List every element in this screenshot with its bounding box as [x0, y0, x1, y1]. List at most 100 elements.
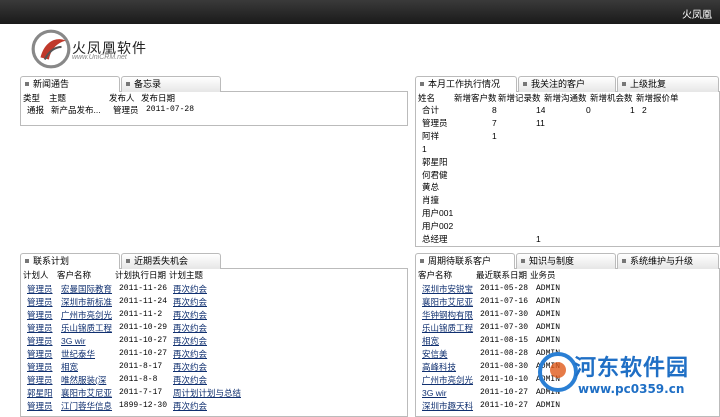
table-row[interactable]: 通报 新产品发布... 管理员 2011-07-28 — [21, 104, 407, 116]
customer-link[interactable]: 广州市亮剑光 — [61, 309, 113, 321]
table-row[interactable]: 深圳市安锐宝 2011-05-28 ADMIN — [416, 283, 719, 295]
customer-link[interactable]: 高峰科技 — [422, 361, 474, 373]
tab-monthly-work[interactable]: 本月工作执行情况 — [415, 76, 517, 92]
new-records-count: 11 — [536, 117, 545, 128]
table-row[interactable]: 用户001 — [416, 207, 719, 219]
last-contact-date: 2011-07-16 — [480, 297, 529, 306]
table-row[interactable]: 襄阳市艾尼亚 2011-07-16 ADMIN — [416, 296, 719, 308]
header-type: 类型 — [23, 93, 41, 103]
tab-lost-opportunities[interactable]: 近期丢失机会 — [121, 253, 221, 269]
customer-link[interactable]: 深圳市安锐宝 — [422, 283, 474, 295]
plan-topic-link[interactable]: 再次约会 — [173, 335, 207, 347]
planner-link[interactable]: 管理员 — [27, 309, 53, 321]
planner-link[interactable]: 管理员 — [27, 322, 53, 334]
plan-table: 计划人 客户名称 计划执行日期 计划主题 管理员 宏曼国际教育 2011-11-26… — [20, 269, 408, 417]
table-row[interactable]: 1 — [416, 143, 719, 155]
table-row[interactable]: 郭星阳 — [416, 156, 719, 168]
plan-date: 2011-8-8 — [119, 375, 158, 384]
header-last-contact: 最近联系日期 — [476, 270, 528, 280]
tab-news[interactable]: 新闻通告 — [20, 76, 120, 92]
table-row[interactable]: 管理员 7 11 — [416, 117, 719, 129]
table-row[interactable]: 管理员 世纪泰华 2011-10-27 再次约会 — [21, 348, 407, 360]
planner-link[interactable]: 郭星阳 — [27, 387, 53, 399]
planner-link[interactable]: 管理员 — [27, 400, 53, 412]
plan-topic-link[interactable]: 再次约会 — [173, 348, 207, 360]
plan-topic-link[interactable]: 周计划计划与总结 — [173, 387, 241, 399]
tab-memo[interactable]: 备忘录 — [121, 76, 221, 92]
table-row[interactable]: 管理员 乐山锦质工程 2011-10-29 再次约会 — [21, 322, 407, 334]
news-publisher: 管理员 — [113, 105, 139, 115]
news-table: 类型 主题 发布人 发布日期 通报 新产品发布... 管理员 2011-07-2… — [20, 92, 408, 126]
table-row[interactable]: 相宽 2011-08-15 ADMIN — [416, 335, 719, 347]
customer-link[interactable]: 襄阳市艾尼亚 — [61, 387, 113, 399]
last-contact-date: 2011-10-27 — [480, 401, 529, 410]
table-row[interactable]: 管理员 江门蓉华信息 1899-12-30 再次约会 — [21, 400, 407, 412]
planner-link[interactable]: 管理员 — [27, 361, 53, 373]
table-row[interactable]: 用户002 — [416, 220, 719, 232]
table-row[interactable]: 管理员 深圳市新标准 2011-11-24 再次约会 — [21, 296, 407, 308]
table-row[interactable]: 阿祥 1 — [416, 130, 719, 142]
news-subject-link[interactable]: 新产品发布... — [51, 104, 109, 116]
plan-topic-link[interactable]: 再次约会 — [173, 361, 207, 373]
plan-topic-link[interactable]: 再次约会 — [173, 309, 207, 321]
tab-system-maintenance[interactable]: 系统维护与升级 — [617, 253, 719, 269]
planner-link[interactable]: 管理员 — [27, 283, 53, 295]
followup-tabs: 周期待联系客户 知识与制度 系统维护与升级 — [415, 253, 720, 269]
sales-rep: ADMIN — [536, 323, 561, 332]
tab-contact-plan[interactable]: 联系计划 — [20, 253, 120, 269]
table-row[interactable]: 乐山锦质工程 2011-07-30 ADMIN — [416, 322, 719, 334]
plan-topic-link[interactable]: 再次约会 — [173, 322, 207, 334]
plan-panel: 联系计划 近期丢失机会 计划人 客户名称 计划执行日期 计划主题 管理员 宏曼国际… — [20, 253, 408, 417]
news-date: 2011-07-28 — [146, 105, 195, 114]
plan-topic-link[interactable]: 再次约会 — [173, 374, 207, 386]
table-row[interactable]: 合计 8 14 0 1 2 — [416, 104, 719, 116]
plan-date: 2011-11-26 — [119, 284, 168, 293]
customer-link[interactable]: 乐山锦质工程 — [61, 322, 113, 334]
customer-link[interactable]: 深圳市新标准 — [61, 296, 113, 308]
table-row[interactable]: 肖撞 — [416, 194, 719, 206]
customer-link[interactable]: 广州市亮剑光 — [422, 374, 474, 386]
table-row[interactable]: 管理员 广州市亮剑光 2011-11-2 再次约会 — [21, 309, 407, 321]
planner-link[interactable]: 管理员 — [27, 374, 53, 386]
customer-link[interactable]: 深圳市趣天科 — [422, 400, 474, 412]
customer-link[interactable]: 华钟钢构有限 — [422, 309, 474, 321]
customer-link[interactable]: 相宽 — [61, 361, 113, 373]
customer-link[interactable]: 江门蓉华信息 — [61, 400, 113, 412]
header-topic: 计划主题 — [169, 270, 204, 280]
plan-topic-link[interactable]: 再次约会 — [173, 296, 207, 308]
table-row[interactable]: 管理员 唯然服装(深 2011-8-8 再次约会 — [21, 374, 407, 386]
table-row[interactable]: 管理员 宏曼国际教育 2011-11-26 再次约会 — [21, 283, 407, 295]
planner-link[interactable]: 管理员 — [27, 296, 53, 308]
header-planner: 计划人 — [23, 270, 49, 280]
table-row[interactable]: 郭星阳 襄阳市艾尼亚 2011-7-17 周计划计划与总结 — [21, 387, 407, 399]
tab-followed-customers[interactable]: 我关注的客户 — [518, 76, 616, 92]
customer-link[interactable]: 乐山锦质工程 — [422, 322, 474, 334]
customer-link[interactable]: 宏曼国际教育 — [61, 283, 113, 295]
table-row[interactable]: 黄总 — [416, 181, 719, 193]
plan-topic-link[interactable]: 再次约会 — [173, 283, 207, 295]
customer-link[interactable]: 3G wir — [61, 335, 113, 347]
followup-header-row: 客户名称 最近联系日期 业务员 — [416, 269, 719, 281]
tab-superior-reply[interactable]: 上级批复 — [617, 76, 719, 92]
tab-weekly-followup[interactable]: 周期待联系客户 — [415, 253, 515, 269]
customer-link[interactable]: 唯然服装(深 — [61, 374, 113, 386]
table-row[interactable]: 华钟钢构有限 2011-07-30 ADMIN — [416, 309, 719, 321]
table-row[interactable]: 管理员 3G wir 2011-10-27 再次约会 — [21, 335, 407, 347]
new-opps-count: 1 — [630, 105, 635, 115]
phoenix-logo-icon — [31, 29, 71, 69]
header-subject: 主题 — [49, 93, 67, 103]
customer-link[interactable]: 相宽 — [422, 335, 474, 347]
work-panel: 本月工作执行情况 我关注的客户 上级批复 姓名 新增客户数 新增记录数 新增沟通… — [415, 76, 720, 247]
table-row[interactable]: 何君健 — [416, 169, 719, 181]
header-new-quotes: 新增报价单 — [636, 93, 679, 103]
tab-knowledge[interactable]: 知识与制度 — [516, 253, 616, 269]
planner-link[interactable]: 管理员 — [27, 348, 53, 360]
customer-link[interactable]: 襄阳市艾尼亚 — [422, 296, 474, 308]
customer-link[interactable]: 3G wir — [422, 387, 474, 399]
planner-link[interactable]: 管理员 — [27, 335, 53, 347]
plan-topic-link[interactable]: 再次约会 — [173, 400, 207, 412]
customer-link[interactable]: 世纪泰华 — [61, 348, 113, 360]
table-row[interactable]: 总经理 1 — [416, 233, 719, 245]
table-row[interactable]: 管理员 相宽 2011-8-17 再次约会 — [21, 361, 407, 373]
customer-link[interactable]: 安信美 — [422, 348, 474, 360]
